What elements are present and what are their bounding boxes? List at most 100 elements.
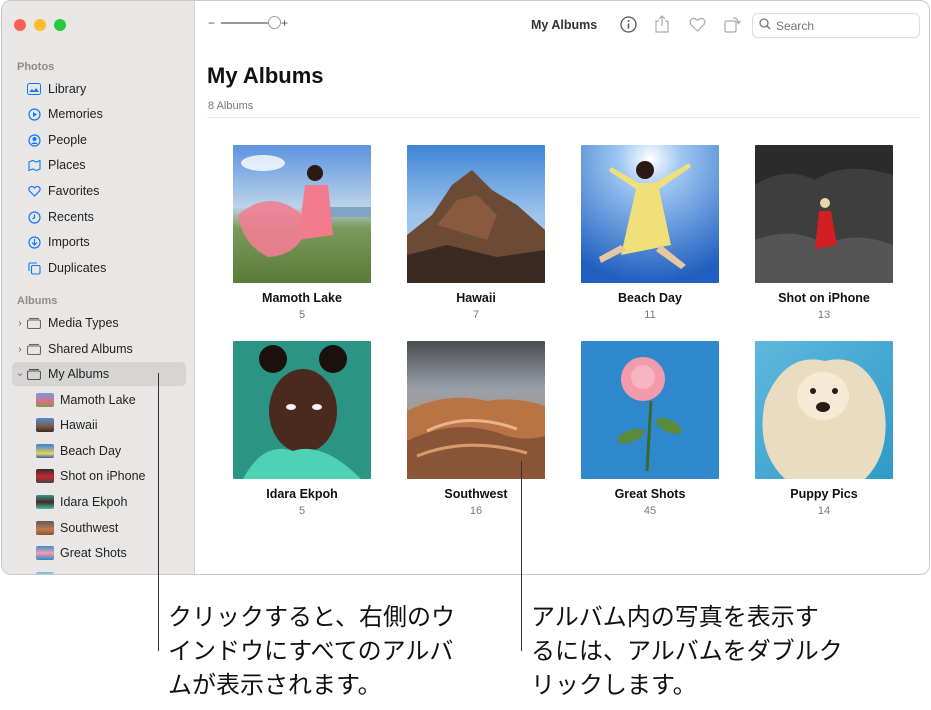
album-name: Shot on iPhone	[778, 291, 870, 305]
album-name: Southwest	[444, 487, 508, 501]
sidebar-album-label: Southwest	[60, 521, 119, 535]
zoom-in-label[interactable]: +	[281, 16, 288, 30]
album-name: Hawaii	[456, 291, 496, 305]
sidebar-item-library[interactable]: Library	[12, 77, 186, 101]
album-thumbnail	[36, 572, 54, 574]
album-name: Idara Ekpoh	[266, 487, 338, 501]
sidebar-album-beach-day[interactable]: Beach Day	[36, 439, 186, 463]
sidebar-item-duplicates[interactable]: Duplicates	[12, 256, 186, 280]
album-stack-icon	[27, 367, 41, 381]
sidebar-album-puppy-pics-partial[interactable]	[36, 567, 186, 574]
callout-line: クリックすると、右側のウ	[168, 603, 456, 631]
callout-pointer-right	[521, 461, 522, 651]
album-name: Beach Day	[618, 291, 682, 305]
sidebar-album-label: Beach Day	[60, 444, 122, 458]
sidebar-item-memories[interactable]: Memories	[12, 102, 186, 126]
album-cover[interactable]	[233, 341, 371, 479]
people-icon	[27, 133, 41, 147]
chevron-right-icon[interactable]: ›	[15, 344, 25, 355]
album-tile-shot-on-iphone[interactable]: Shot on iPhone 13	[744, 145, 904, 321]
sidebar-album-label: Hawaii	[60, 418, 98, 432]
info-icon[interactable]	[618, 14, 638, 34]
sidebar-item-label: Imports	[48, 235, 90, 249]
heart-icon[interactable]	[687, 14, 707, 34]
toolbar: − + My Albums	[196, 1, 929, 49]
sidebar-item-label: Memories	[48, 107, 103, 121]
zoom-window-button[interactable]	[54, 19, 66, 31]
places-icon	[27, 158, 41, 172]
divider	[207, 117, 920, 118]
search-field[interactable]	[752, 13, 920, 38]
callout-line: アルバム内の写真を表示す	[531, 603, 819, 631]
album-cover[interactable]	[581, 341, 719, 479]
sidebar-album-idara-ekpoh[interactable]: Idara Ekpoh	[36, 490, 186, 514]
close-window-button[interactable]	[14, 19, 26, 31]
album-count-label: 14	[817, 505, 831, 517]
album-tile-hawaii[interactable]: Hawaii 7	[396, 145, 556, 321]
search-icon	[759, 17, 771, 35]
duplicates-icon	[27, 261, 41, 275]
album-cover[interactable]	[233, 145, 371, 283]
album-thumbnail	[36, 546, 54, 560]
album-count-label: 5	[298, 505, 306, 517]
album-name: Mamoth Lake	[262, 291, 342, 305]
sidebar-item-places[interactable]: Places	[12, 153, 186, 177]
album-cover[interactable]	[755, 341, 893, 479]
chevron-down-icon[interactable]: ›	[15, 369, 26, 379]
toolbar-title: My Albums	[531, 18, 598, 32]
zoom-slider[interactable]: − +	[208, 16, 288, 30]
album-name: Puppy Pics	[790, 487, 858, 501]
zoom-track[interactable]	[221, 16, 282, 29]
album-tile-mamoth-lake[interactable]: Mamoth Lake 5	[222, 145, 382, 321]
callout-left: クリックすると、右側のウ インドウにすべてのアルバ ムが表示されます。	[168, 600, 455, 702]
album-count-label: 7	[472, 309, 480, 321]
callout-line: インドウにすべてのアルバ	[168, 637, 454, 665]
share-icon[interactable]	[652, 14, 672, 34]
album-cover[interactable]	[407, 145, 545, 283]
photos-window: Photos Library Memories People Places Fa…	[1, 0, 930, 575]
sidebar-album-label: Idara Ekpoh	[60, 495, 128, 509]
album-tile-idara-ekpoh[interactable]: Idara Ekpoh 5	[222, 341, 382, 517]
sidebar-item-label: Media Types	[48, 316, 119, 330]
callout-line: リックします。	[531, 671, 697, 699]
sidebar-item-label: My Albums	[48, 367, 110, 381]
sidebar-item-people[interactable]: People	[12, 128, 186, 152]
sidebar-album-southwest[interactable]: Southwest	[36, 516, 186, 540]
album-count-label: 11	[644, 309, 656, 321]
album-tile-great-shots[interactable]: Great Shots 45	[570, 341, 730, 517]
sidebar-item-imports[interactable]: Imports	[12, 230, 186, 254]
rotate-icon[interactable]	[722, 14, 742, 34]
album-cover[interactable]	[581, 145, 719, 283]
sidebar-album-shot-on-iphone[interactable]: Shot on iPhone	[36, 464, 186, 488]
sidebar-item-label: Favorites	[48, 184, 100, 198]
album-tile-beach-day[interactable]: Beach Day 11	[570, 145, 730, 321]
clock-icon	[27, 210, 41, 224]
sidebar-item-label: Places	[48, 158, 86, 172]
zoom-out-label[interactable]: −	[208, 16, 215, 30]
sidebar-album-great-shots[interactable]: Great Shots	[36, 541, 186, 565]
sidebar-item-my-albums[interactable]: › My Albums	[12, 362, 186, 386]
album-tile-southwest[interactable]: Southwest 16	[396, 341, 556, 517]
sidebar-item-shared-albums[interactable]: › Shared Albums	[12, 337, 186, 361]
sidebar-heading-albums: Albums	[17, 295, 58, 307]
sidebar-item-recents[interactable]: Recents	[12, 205, 186, 229]
album-cover[interactable]	[407, 341, 545, 479]
sidebar-album-mamoth-lake[interactable]: Mamoth Lake	[36, 388, 186, 412]
minimize-window-button[interactable]	[34, 19, 46, 31]
window-controls	[14, 19, 66, 31]
zoom-knob[interactable]	[268, 16, 282, 29]
sidebar-item-media-types[interactable]: › Media Types	[12, 311, 186, 335]
sidebar-item-label: People	[48, 133, 87, 147]
album-thumbnail	[36, 418, 54, 432]
chevron-right-icon[interactable]: ›	[15, 318, 25, 329]
album-cover[interactable]	[755, 145, 893, 283]
sidebar-item-favorites[interactable]: Favorites	[12, 179, 186, 203]
page-title: My Albums	[207, 63, 324, 88]
album-stack-icon	[27, 316, 41, 330]
sidebar-album-hawaii[interactable]: Hawaii	[36, 413, 186, 437]
imports-icon	[27, 235, 41, 249]
album-tile-puppy-pics[interactable]: Puppy Pics 14	[744, 341, 904, 517]
search-input[interactable]	[776, 18, 906, 33]
library-icon	[27, 82, 41, 96]
memories-icon	[27, 107, 41, 121]
